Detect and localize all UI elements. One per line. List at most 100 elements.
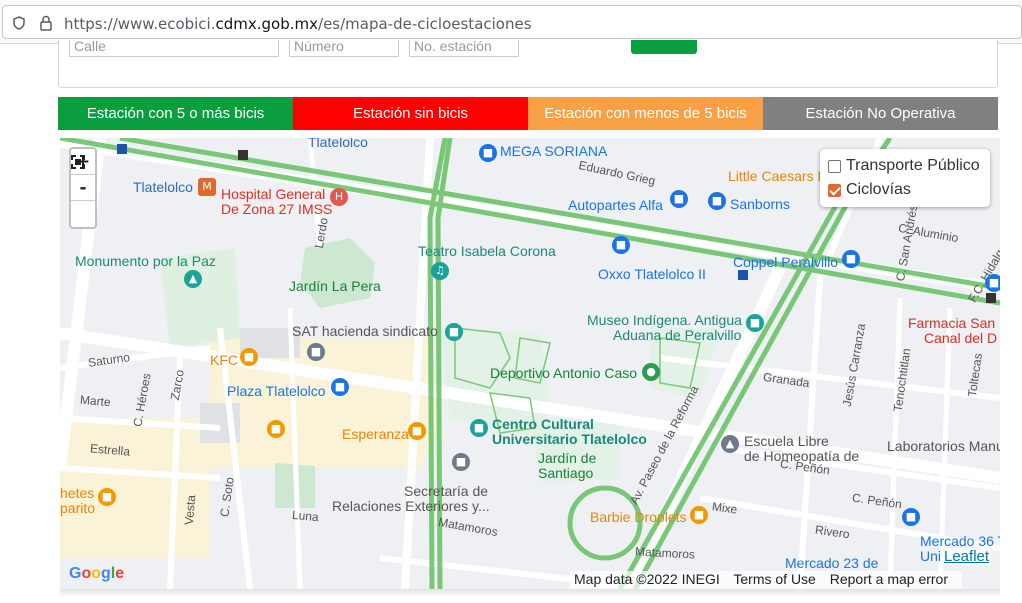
mega-soriana-pin-icon[interactable]: ■: [479, 144, 497, 162]
terms-link[interactable]: Terms of Use: [733, 571, 815, 587]
google-logo: Google: [69, 565, 125, 582]
place-coppel[interactable]: Coppel Peralvillo: [733, 255, 838, 270]
place-little-caesars[interactable]: Little Caesars P: [728, 169, 827, 184]
station-number-input[interactable]: No. estación: [409, 40, 519, 57]
barbie-pin-icon[interactable]: ■: [690, 506, 708, 524]
esperanza-pin-icon[interactable]: ■: [408, 422, 426, 440]
ciclovias-checkbox[interactable]: [828, 183, 841, 197]
museo-line2: Aduana de Peralvillo: [613, 327, 742, 343]
place-monumento[interactable]: Monumento por la Paz: [75, 254, 216, 269]
place-barbie[interactable]: Barbie Droplets: [590, 510, 687, 525]
browser-toolbar: https://www.ecobici.cdmx.gob.mx/es/mapa-…: [0, 0, 1022, 44]
layer-ciclovias[interactable]: Ciclovías: [828, 178, 982, 202]
place-hospital[interactable]: Hospital General De Zona 27 IMSS: [221, 187, 332, 217]
deportivo-pin-icon[interactable]: ●: [642, 363, 660, 381]
place-oxxo[interactable]: Oxxo Tlatelolco II: [598, 267, 706, 282]
store-pin-icon[interactable]: ■: [985, 274, 1000, 292]
farmacia-line2: Canal del D: [924, 330, 998, 346]
jardin-santiago-line2: Santiago: [538, 465, 594, 481]
sat-building-icon[interactable]: ■: [307, 343, 325, 361]
secretaria-line1: Secretaría de: [404, 483, 489, 499]
street-luna: Luna: [291, 507, 320, 525]
place-kfc[interactable]: KFC: [210, 353, 238, 368]
place-jardin-santiago[interactable]: Jardín de Santiago: [538, 451, 596, 481]
sat-pin-icon[interactable]: ■: [445, 323, 463, 341]
layer-control: Transporte Público Ciclovías: [820, 149, 990, 207]
chetes-pin-icon[interactable]: ■: [98, 488, 116, 506]
place-mercado-23[interactable]: Mercado 23 de: [785, 556, 878, 571]
url-path: /es/mapa-de-cicloestaciones: [318, 15, 532, 33]
fullscreen-icon: [71, 155, 85, 169]
metro-icon[interactable]: M: [198, 178, 216, 196]
search-button[interactable]: [631, 40, 697, 54]
autopartes-pin-icon[interactable]: ■: [670, 190, 688, 208]
legend-not-operational: Estación No Operativa: [763, 97, 998, 130]
plaza-pin-icon[interactable]: ■: [331, 378, 349, 396]
place-secretaria[interactable]: Secretaría de Relaciones Exteriores y...: [332, 484, 490, 514]
place-chetes[interactable]: hetes parito: [60, 486, 95, 516]
report-link[interactable]: Report a map error: [830, 571, 948, 587]
legend-less-than-five: Estación con menos de 5 bicis: [528, 97, 763, 130]
place-sat[interactable]: SAT hacienda sindicato: [292, 324, 438, 339]
transporte-checkbox[interactable]: [828, 159, 841, 173]
place-esperanza[interactable]: Esperanza: [342, 427, 409, 442]
fullscreen-button[interactable]: [71, 155, 95, 227]
sanborns-pin-icon[interactable]: ■: [708, 192, 726, 210]
map-shadow: [60, 589, 1000, 597]
museo-line1: Museo Indígena. Antigua: [587, 312, 742, 328]
map[interactable]: Tlatelolco ■ MEGA SORIANA Eduardo Grieg …: [60, 138, 1000, 589]
escuela-pin-icon[interactable]: ▲: [721, 435, 739, 453]
place-laboratorios[interactable]: Laboratorios Manu: [887, 439, 1000, 454]
mercado-pin-icon[interactable]: ■: [902, 508, 920, 526]
transporte-label: Transporte Público: [846, 157, 980, 174]
url-domain: cdmx.gob.mx: [215, 15, 319, 33]
number-input[interactable]: Número: [289, 40, 399, 57]
coppel-pin-icon[interactable]: ■: [842, 250, 860, 268]
layer-transporte[interactable]: Transporte Público: [828, 154, 982, 178]
place-deportivo[interactable]: Deportivo Antonio Caso: [490, 366, 637, 381]
secretaria-pin-icon[interactable]: ■: [452, 453, 470, 471]
place-autopartes[interactable]: Autopartes Alfa: [568, 198, 663, 213]
shield-icon[interactable]: [12, 16, 26, 30]
zoom-out-button[interactable]: -: [71, 175, 95, 201]
hospital-line1: Hospital General: [221, 186, 326, 202]
place-sanborns[interactable]: Sanborns: [730, 197, 790, 212]
oxxo-pin-icon[interactable]: ■: [612, 236, 630, 254]
centro-line1: Centro Cultural: [492, 416, 594, 432]
restaurant-pin-icon[interactable]: ■: [267, 420, 285, 438]
place-mega-soriana[interactable]: MEGA SORIANA: [500, 144, 607, 159]
secretaria-line2: Relaciones Exteriores y...: [332, 498, 490, 514]
legend-no-bikes: Estación sin bicis: [293, 97, 528, 130]
ciclovias-label: Ciclovías: [846, 181, 911, 198]
mercado36-line2: Uni: [920, 548, 942, 564]
kfc-pin-icon[interactable]: ■: [240, 348, 258, 366]
place-plaza[interactable]: Plaza Tlatelolco: [227, 384, 326, 399]
url-text[interactable]: https://www.ecobici.cdmx.gob.mx/es/mapa-…: [64, 15, 532, 33]
escuela-line1: Escuela Libre: [744, 433, 829, 449]
museo-pin-icon[interactable]: ■: [746, 314, 764, 332]
lock-icon[interactable]: [39, 15, 53, 31]
place-tlatelolco-top[interactable]: Tlatelolco: [308, 138, 368, 150]
chetes-line1: hetes: [60, 485, 95, 501]
leaflet-link[interactable]: Leaflet: [942, 548, 992, 565]
place-farmacia[interactable]: Farmacia San P Canal del D: [908, 316, 1000, 346]
street-input[interactable]: Calle: [69, 40, 279, 57]
centro-pin-icon[interactable]: ■: [470, 419, 488, 437]
place-centro-cultural[interactable]: Centro Cultural Universitario Tlatelolco: [492, 417, 647, 447]
mercado36-line1: Mercado 36 T: [920, 533, 1000, 549]
place-jardin-pera[interactable]: Jardín La Pera: [289, 279, 381, 294]
teatro-pin-icon[interactable]: ♫: [431, 262, 449, 280]
map-attribution: Map data ©2022 INEGI Terms of Use Report…: [570, 571, 963, 589]
legend-five-or-more: Estación con 5 o más bicis: [58, 97, 293, 130]
monumento-pin-icon[interactable]: ▲: [184, 270, 202, 288]
search-panel: Calle Número No. estación: [58, 40, 998, 88]
street-marte: Marte: [79, 392, 112, 410]
place-museo[interactable]: Museo Indígena. Antigua Aduana de Peralvi…: [587, 313, 742, 343]
zoom-control: + -: [69, 147, 97, 229]
place-teatro[interactable]: Teatro Isabela Corona: [418, 244, 556, 259]
place-tlatelolco-metro[interactable]: Tlatelolco: [133, 180, 193, 195]
hospital-pin-icon[interactable]: H: [330, 188, 348, 206]
url-prefix: https://www.ecobici.: [64, 15, 216, 33]
station-legend: Estación con 5 o más bicis Estación sin …: [58, 97, 998, 130]
chetes-line2: parito: [60, 500, 96, 516]
